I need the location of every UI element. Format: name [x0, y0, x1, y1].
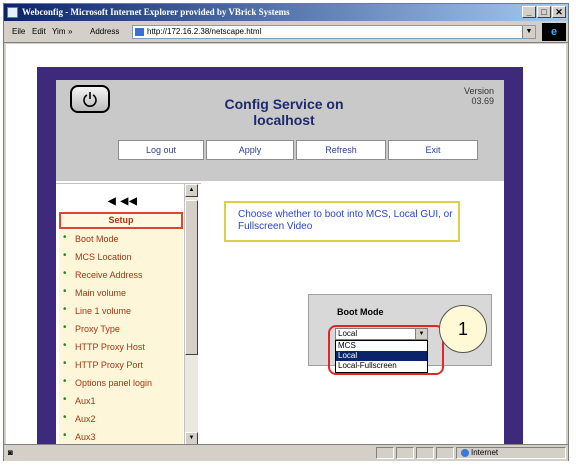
- sidebar-item-label: Aux3: [75, 432, 96, 442]
- window-controls: _ □ ✕: [521, 6, 566, 18]
- highlight-ring: [328, 325, 444, 375]
- menu-more-chevron[interactable]: »: [68, 22, 72, 42]
- sidebar-item-label: Proxy Type: [75, 324, 120, 334]
- purple-frame: Config Service on localhost Version 03.6…: [37, 67, 523, 444]
- menu-view[interactable]: Yim: [52, 22, 65, 42]
- sidebar-item-http-proxy-host[interactable]: • HTTP Proxy Host: [59, 338, 183, 356]
- bullet-icon: •: [63, 286, 67, 297]
- sidebar-item-options-panel-login[interactable]: • Options panel login: [59, 374, 183, 392]
- status-pane: [396, 447, 414, 459]
- version-info: Version 03.69: [464, 86, 494, 106]
- address-url[interactable]: http://172.16.2.38/netscape.html: [147, 26, 261, 38]
- sidebar: ◀ ◀◀ Setup • Boot Mode • MCS Location • Rec…: [56, 183, 201, 444]
- bullet-icon: •: [63, 358, 67, 369]
- menu-edit[interactable]: Edit: [32, 22, 46, 42]
- bullet-icon: •: [63, 376, 67, 387]
- power-button[interactable]: [70, 85, 110, 113]
- sidebar-item-main-volume[interactable]: • Main volume: [59, 284, 183, 302]
- callout-number: 1: [439, 305, 487, 353]
- apply-button[interactable]: Apply: [206, 140, 294, 160]
- sidebar-item-receive-address[interactable]: • Receive Address: [59, 266, 183, 284]
- address-bar[interactable]: http://172.16.2.38/netscape.html ▼: [132, 25, 536, 39]
- bullet-icon: •: [63, 250, 67, 261]
- scroll-down-icon[interactable]: ▼: [185, 432, 198, 444]
- sidebar-item-label: HTTP Proxy Port: [75, 360, 143, 370]
- bullet-icon: •: [63, 430, 67, 441]
- menu-bar: Eile Edit Yim » Address http://172.16.2.…: [4, 22, 568, 43]
- ie-throbber-icon: e: [542, 23, 566, 41]
- config-panel: Config Service on localhost Version 03.6…: [56, 80, 504, 444]
- setup-menu: • Boot Mode • MCS Location • Receive Addres…: [59, 230, 183, 444]
- sidebar-item-aux3[interactable]: • Aux3: [59, 428, 183, 444]
- sidebar-item-label: Aux1: [75, 396, 96, 406]
- sidebar-item-label: Main volume: [75, 288, 127, 298]
- status-page-icon: ◙: [8, 448, 13, 457]
- sidebar-item-boot-mode[interactable]: • Boot Mode: [59, 230, 183, 248]
- address-dropdown-icon[interactable]: ▼: [522, 26, 535, 38]
- maximize-button[interactable]: □: [537, 6, 551, 18]
- internet-globe-icon: [461, 448, 469, 457]
- status-bar: ◙ Internet: [4, 444, 568, 461]
- boot-mode-title: Boot Mode: [337, 307, 384, 317]
- address-label: Address: [90, 27, 120, 36]
- bullet-icon: •: [63, 394, 67, 405]
- config-header: Config Service on localhost Version 03.6…: [56, 80, 504, 181]
- version-label: Version: [463, 86, 494, 96]
- bullet-icon: •: [63, 268, 67, 279]
- scroll-thumb[interactable]: [185, 200, 198, 355]
- ie-app-icon: [7, 7, 18, 18]
- bullet-icon: •: [63, 304, 67, 315]
- menu-file[interactable]: Eile: [12, 22, 25, 42]
- status-pane: [416, 447, 434, 459]
- page-title: Config Service on localhost: [204, 96, 364, 128]
- sidebar-item-line1-volume[interactable]: • Line 1 volume: [59, 302, 183, 320]
- setup-heading: Setup: [59, 212, 183, 229]
- sidebar-item-aux2[interactable]: • Aux2: [59, 410, 183, 428]
- help-text-box: Choose whether to boot into MCS, Local G…: [224, 201, 460, 242]
- sidebar-item-label: Receive Address: [75, 270, 143, 280]
- status-zone: Internet: [456, 447, 566, 459]
- refresh-button[interactable]: Refresh: [296, 140, 386, 160]
- status-pane: [376, 447, 394, 459]
- browser-window: Webconfig - Microsoft Internet Explorer …: [3, 3, 569, 461]
- title-bar: Webconfig - Microsoft Internet Explorer …: [4, 4, 568, 21]
- sidebar-item-label: Options panel login: [75, 378, 153, 388]
- sidebar-item-label: Boot Mode: [75, 234, 119, 244]
- sidebar-scrollbar[interactable]: ▲ ▼: [184, 184, 198, 444]
- sidebar-item-label: Aux2: [75, 414, 96, 424]
- bullet-icon: •: [63, 340, 67, 351]
- scroll-up-icon[interactable]: ▲: [185, 184, 198, 197]
- sidebar-item-proxy-type[interactable]: • Proxy Type: [59, 320, 183, 338]
- sidebar-item-label: Line 1 volume: [75, 306, 132, 316]
- exit-button[interactable]: Exit: [388, 140, 478, 160]
- sidebar-item-aux1[interactable]: • Aux1: [59, 392, 183, 410]
- collapse-arrows-icon[interactable]: ◀ ◀◀: [108, 196, 138, 207]
- page-title-line1: Config Service on: [224, 96, 344, 112]
- status-pane: [436, 447, 454, 459]
- logout-button[interactable]: Log out: [118, 140, 204, 160]
- close-button[interactable]: ✕: [552, 6, 566, 18]
- sidebar-item-label: HTTP Proxy Host: [75, 342, 145, 352]
- sidebar-item-mcs-location[interactable]: • MCS Location: [59, 248, 183, 266]
- page-title-line2: localhost: [253, 112, 315, 128]
- sidebar-item-http-proxy-port[interactable]: • HTTP Proxy Port: [59, 356, 183, 374]
- page-icon: [135, 28, 144, 36]
- bullet-icon: •: [63, 232, 67, 243]
- window-title: Webconfig - Microsoft Internet Explorer …: [22, 7, 290, 17]
- minimize-button[interactable]: _: [522, 6, 536, 18]
- bullet-icon: •: [63, 322, 67, 333]
- sidebar-item-label: MCS Location: [75, 252, 132, 262]
- status-zone-label: Internet: [471, 448, 499, 457]
- bullet-icon: •: [63, 412, 67, 423]
- power-icon: [83, 92, 97, 107]
- page-content: Config Service on localhost Version 03.6…: [6, 44, 566, 444]
- version-value: 03.69: [471, 96, 494, 106]
